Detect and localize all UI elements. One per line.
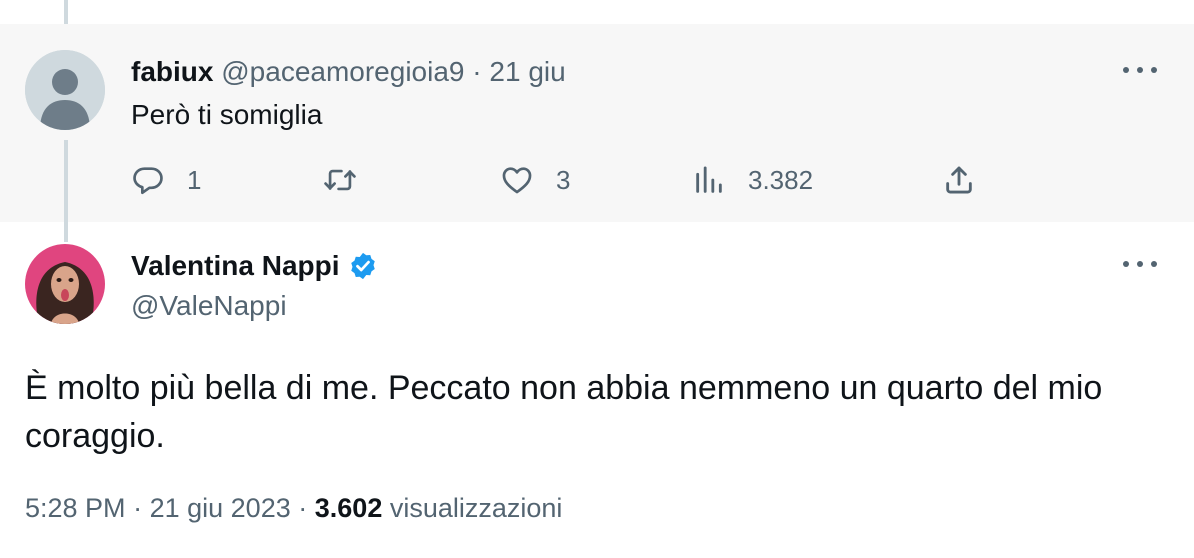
- reply-count: 1: [187, 164, 202, 195]
- retweet-icon: [324, 169, 356, 191]
- reply-header: fabiux @paceamoregioia9 · 21 giu: [131, 54, 566, 90]
- views-count: 3.382: [748, 164, 814, 195]
- default-avatar-icon[interactable]: [25, 50, 105, 130]
- heart-icon: [502, 167, 532, 194]
- author-name[interactable]: Valentina Nappi: [131, 248, 340, 284]
- verified-badge-icon[interactable]: [348, 251, 378, 281]
- reply-author-name[interactable]: fabiux: [131, 56, 213, 87]
- avatar[interactable]: [25, 244, 105, 324]
- more-icon[interactable]: [1120, 252, 1160, 276]
- tweet-date[interactable]: 21 giu 2023: [150, 493, 291, 523]
- tweet-author: Valentina Nappi: [131, 248, 378, 284]
- reply-author-handle[interactable]: @paceamoregioia9: [221, 56, 464, 87]
- reply-text: Però ti somiglia: [131, 99, 323, 130]
- thread-line: [64, 140, 68, 242]
- views-button[interactable]: 3.382: [692, 160, 813, 200]
- retweet-button[interactable]: [323, 160, 357, 200]
- reply-date[interactable]: 21 giu: [489, 56, 565, 87]
- reply-button[interactable]: 1: [131, 160, 201, 200]
- tweet-text: È molto più bella di me. Peccato non abb…: [25, 369, 1103, 455]
- tweet-meta: 5:28 PM · 21 giu 2023 · 3.602 visualizza…: [25, 490, 562, 526]
- share-icon: [946, 166, 972, 194]
- more-icon[interactable]: [1120, 58, 1160, 82]
- share-button[interactable]: [942, 160, 976, 200]
- separator-dot: ·: [472, 56, 482, 87]
- thread-line: [64, 0, 68, 24]
- reply-icon: [133, 167, 163, 195]
- like-button[interactable]: 3: [500, 160, 570, 200]
- tweet-time[interactable]: 5:28 PM: [25, 493, 126, 523]
- separator-dot: ·: [298, 493, 308, 523]
- analytics-icon: [696, 166, 722, 193]
- tweet-views-count[interactable]: 3.602: [315, 493, 383, 523]
- tweet-views-label[interactable]: visualizzazioni: [390, 493, 563, 523]
- author-handle[interactable]: @ValeNappi: [131, 288, 287, 324]
- like-count: 3: [556, 164, 571, 195]
- separator-dot: ·: [133, 493, 143, 523]
